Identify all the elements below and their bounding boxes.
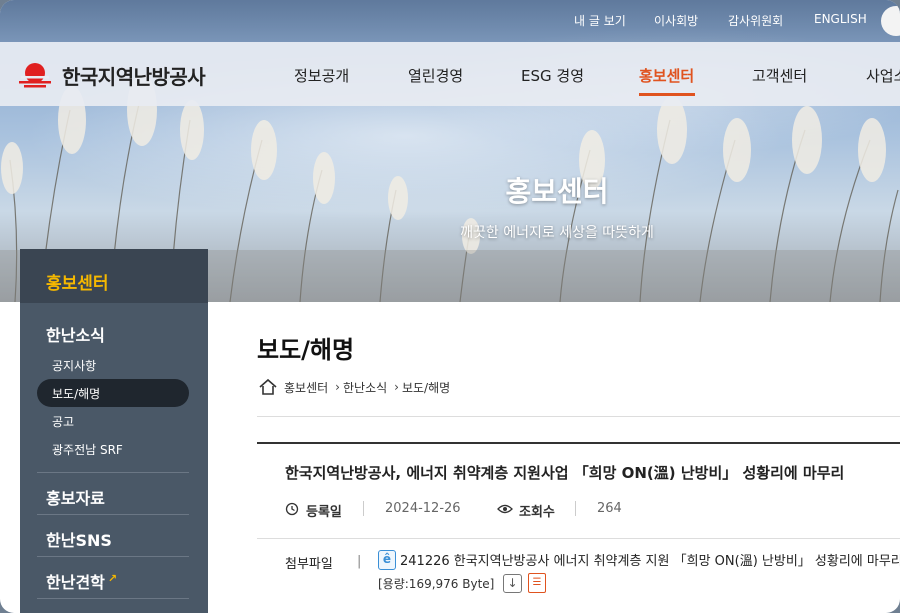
audit-committee-link[interactable]: 감사위원회 (728, 12, 783, 29)
table-top-border (257, 442, 900, 444)
divider (257, 416, 900, 417)
nav-esg[interactable]: ESG 경영 (521, 65, 584, 86)
sidebar-item-srf[interactable]: 광주전남 SRF (52, 441, 123, 458)
my-posts-link[interactable]: 내 글 보기 (574, 12, 626, 29)
nav-business-office[interactable]: 사업소 (866, 65, 900, 86)
date-label: 등록일 (306, 505, 342, 520)
preview-icon[interactable]: ☰ (528, 573, 546, 593)
sidebar-divider (37, 556, 189, 557)
views-label: 조회수 (519, 505, 555, 520)
board-room-link[interactable]: 이사회방 (654, 12, 698, 29)
breadcrumb-item[interactable]: 홍보센터 (284, 379, 328, 396)
attachment-separator: | (357, 554, 362, 569)
download-icon[interactable]: ↓ (503, 574, 522, 593)
attachment-label: 첨부파일 (285, 557, 333, 572)
utility-bar: 내 글 보기 이사회방 감사위원회 ENGLISH (0, 0, 900, 42)
breadcrumb: 홍보센터 › 한난소식 › 보도/해명 (258, 378, 450, 396)
sidebar-divider (37, 598, 189, 599)
toggle-button[interactable] (881, 6, 900, 36)
page-title: 보도/해명 (257, 336, 355, 364)
meta-separator (575, 501, 576, 516)
sidebar-item-tour-label: 한난견학 (46, 573, 105, 592)
chevron-right-icon: › (394, 380, 399, 394)
active-nav-underline (639, 93, 695, 96)
sidebar-heading: 홍보센터 (20, 249, 208, 303)
clock-icon (285, 502, 299, 516)
sidebar-heading-label: 홍보센터 (46, 274, 109, 294)
attachment-size: [용량:169,976 Byte] (378, 577, 495, 591)
sidebar-divider (37, 472, 189, 473)
breadcrumb-item[interactable]: 한난소식 (343, 379, 387, 396)
nav-info-disclosure[interactable]: 정보공개 (294, 65, 349, 86)
chevron-right-icon: › (335, 380, 340, 394)
nav-open-management[interactable]: 열린경영 (408, 65, 463, 86)
sidebar-divider (37, 514, 189, 515)
external-link-icon: ↗ (107, 572, 118, 585)
english-link[interactable]: ENGLISH (814, 12, 867, 26)
post-title: 한국지역난방공사, 에너지 취약계층 지원사업 「희망 ON(溫) 난방비」 성… (285, 464, 845, 482)
kdhc-logo-icon[interactable] (19, 62, 51, 88)
nav-pr-center[interactable]: 홍보센터 (639, 65, 694, 86)
sidebar-item-tour[interactable]: 한난견학 ↗ (46, 569, 117, 593)
breadcrumb-item[interactable]: 보도/해명 (402, 379, 450, 396)
sidebar-item-announcements[interactable]: 공고 (52, 413, 74, 430)
sidebar: 홍보센터 한난소식 공지사항 보도/해명 공고 광주전남 SRF 홍보자료 한난… (20, 249, 208, 613)
hero-title: 홍보센터 (505, 175, 609, 208)
eye-icon (497, 504, 513, 514)
post-date: 2024-12-26 (385, 501, 461, 516)
hero-subtitle: 깨끗한 에너지로 세상을 따뜻하게 (460, 225, 654, 241)
logo-text[interactable]: 한국지역난방공사 (62, 61, 206, 90)
post-views: 264 (597, 501, 622, 516)
nav-customer-center[interactable]: 고객센터 (752, 65, 807, 86)
main-nav: 한국지역난방공사 정보공개 열린경영 ESG 경영 홍보센터 고객센터 사업소 (0, 42, 900, 106)
browser-frame: 내 글 보기 이사회방 감사위원회 ENGLISH 한국지역난방공사 정보공개 … (0, 0, 900, 613)
file-icon: ê (378, 550, 396, 570)
sidebar-item-sns[interactable]: 한난SNS (46, 527, 112, 551)
sidebar-item-press[interactable]: 보도/해명 (52, 385, 100, 402)
sidebar-item-pr-materials[interactable]: 홍보자료 (46, 485, 105, 509)
meta-separator (363, 501, 364, 516)
attachment-filename[interactable]: 241226 한국지역난방공사 에너지 취약계층 지원 「희망 ON(溫) 난방… (400, 550, 900, 569)
divider (257, 538, 900, 539)
home-icon[interactable] (258, 378, 278, 396)
sidebar-item-news[interactable]: 한난소식 (46, 322, 105, 346)
sidebar-item-notices[interactable]: 공지사항 (52, 357, 96, 374)
